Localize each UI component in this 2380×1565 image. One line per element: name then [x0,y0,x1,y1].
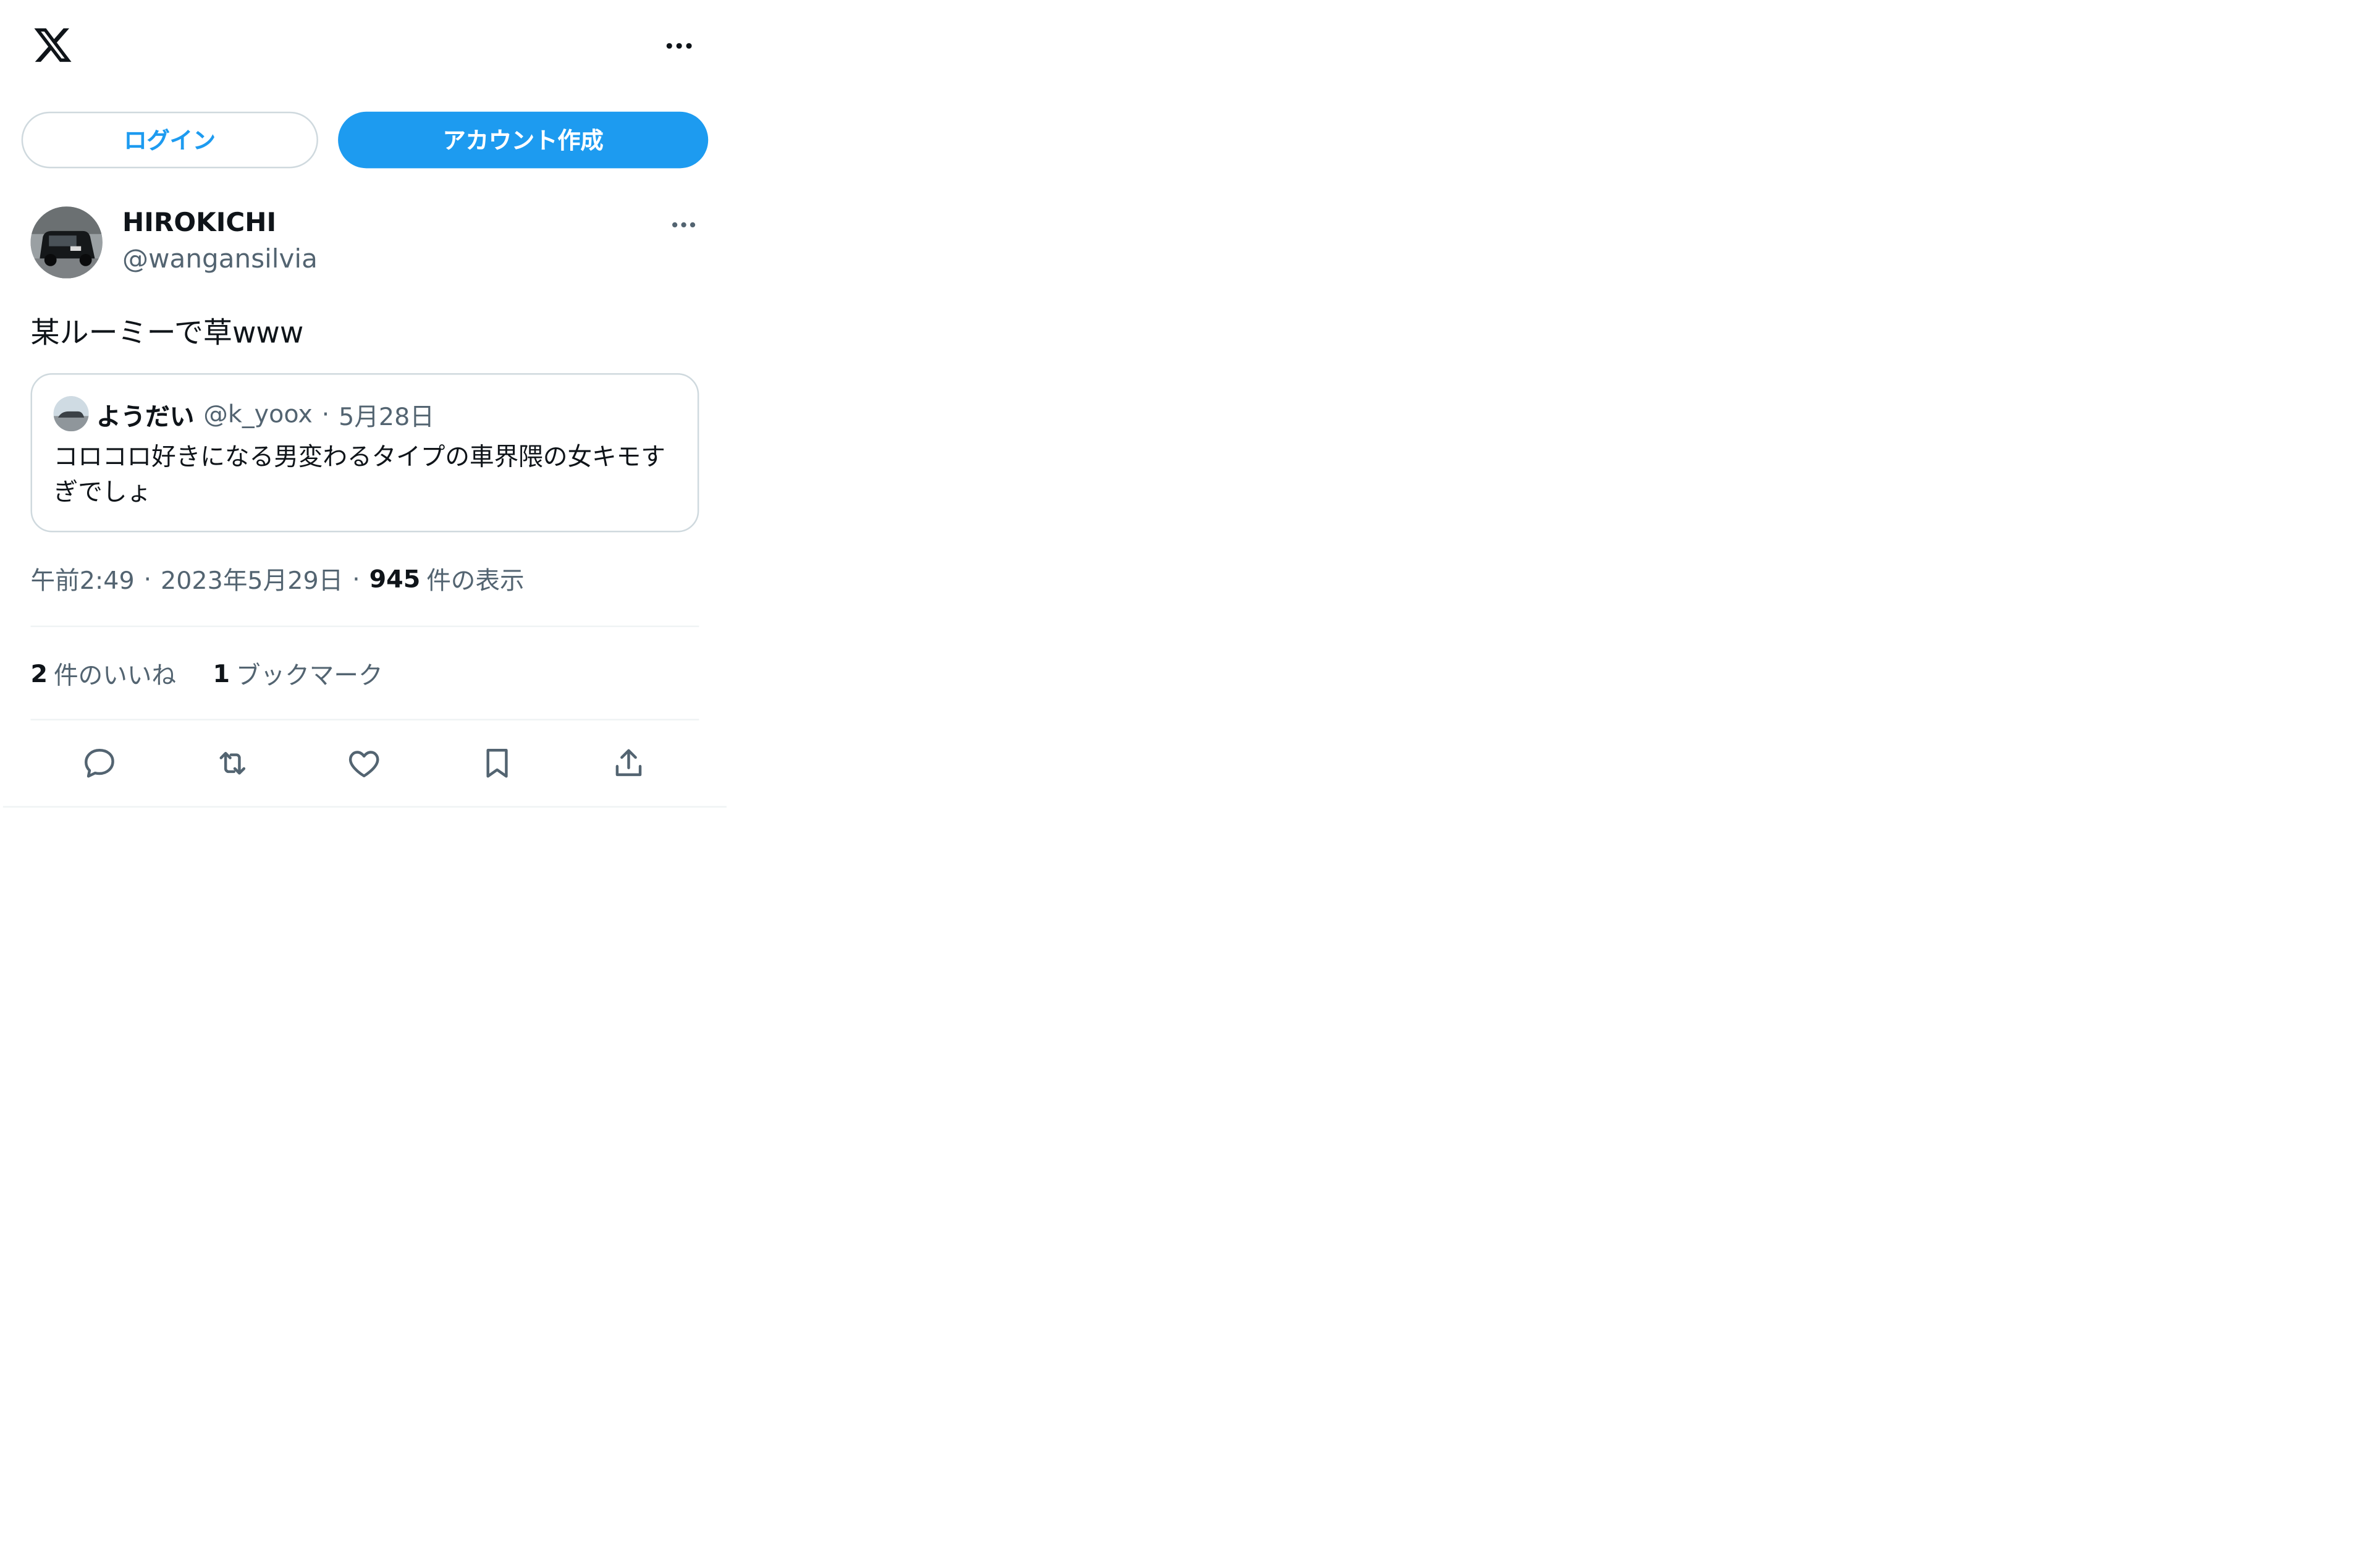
divider [30,719,699,721]
page: ログイン アカウント作成 HIROKICHI @wangansilvia 某ルー… [0,0,2380,1565]
tweet-time[interactable]: 午前2:49 [31,560,135,596]
retweet-icon[interactable] [211,742,254,785]
author-avatar[interactable] [30,206,103,279]
share-icon[interactable] [607,742,650,785]
tweet-date[interactable]: 2023年5月29日 [161,560,343,596]
meta-separator: · [352,563,360,593]
bookmarks-count: 1 [213,658,230,688]
quote-author-avatar [53,396,89,432]
quote-separator: · [321,399,330,429]
quote-author-handle: @k_yoox [203,399,313,429]
likes-count: 2 [30,658,48,688]
views-count: 945 [369,563,421,593]
x-logo-icon[interactable] [31,25,75,66]
tweet-text: 某ルーミーで草www [30,316,304,350]
author-handle[interactable]: @wangansilvia [122,245,318,276]
author-name[interactable]: HIROKICHI [122,208,276,239]
bookmarks-stat[interactable]: 1 ブックマーク [213,655,382,691]
bookmarks-label: ブックマーク [235,660,383,690]
tweet-column: ログイン アカウント作成 HIROKICHI @wangansilvia 某ルー… [2,0,727,808]
login-button[interactable]: ログイン [21,111,318,169]
divider [30,625,699,627]
bookmark-icon[interactable] [476,742,518,785]
quote-header: ようだい @k_yoox · 5月28日 [96,396,434,431]
tweet-more-icon[interactable] [664,208,703,242]
reply-icon[interactable] [78,742,120,785]
quoted-tweet[interactable]: ようだい @k_yoox · 5月28日 コロコロ好きになる男変わるタイプの車界… [30,373,699,533]
quote-author-name: ようだい [96,401,195,431]
like-icon[interactable] [343,742,386,785]
likes-stat[interactable]: 2 件のいいね [31,655,177,691]
meta-separator: · [143,563,152,593]
signup-button[interactable]: アカウント作成 [338,111,709,169]
likes-label: 件のいいね [53,660,177,690]
quote-text: コロコロ好きになる男変わるタイプの車界隈の女キモすぎでしょ [53,442,665,507]
more-horizontal-icon[interactable] [658,28,701,64]
tweet-meta: 午前2:49 · 2023年5月29日 · 945 件の表示 [31,560,525,596]
tweet-stats: 2 件のいいね 1 ブックマーク [31,655,420,691]
quote-date: 5月28日 [339,401,434,431]
views-label: 件の表示 [426,565,525,596]
